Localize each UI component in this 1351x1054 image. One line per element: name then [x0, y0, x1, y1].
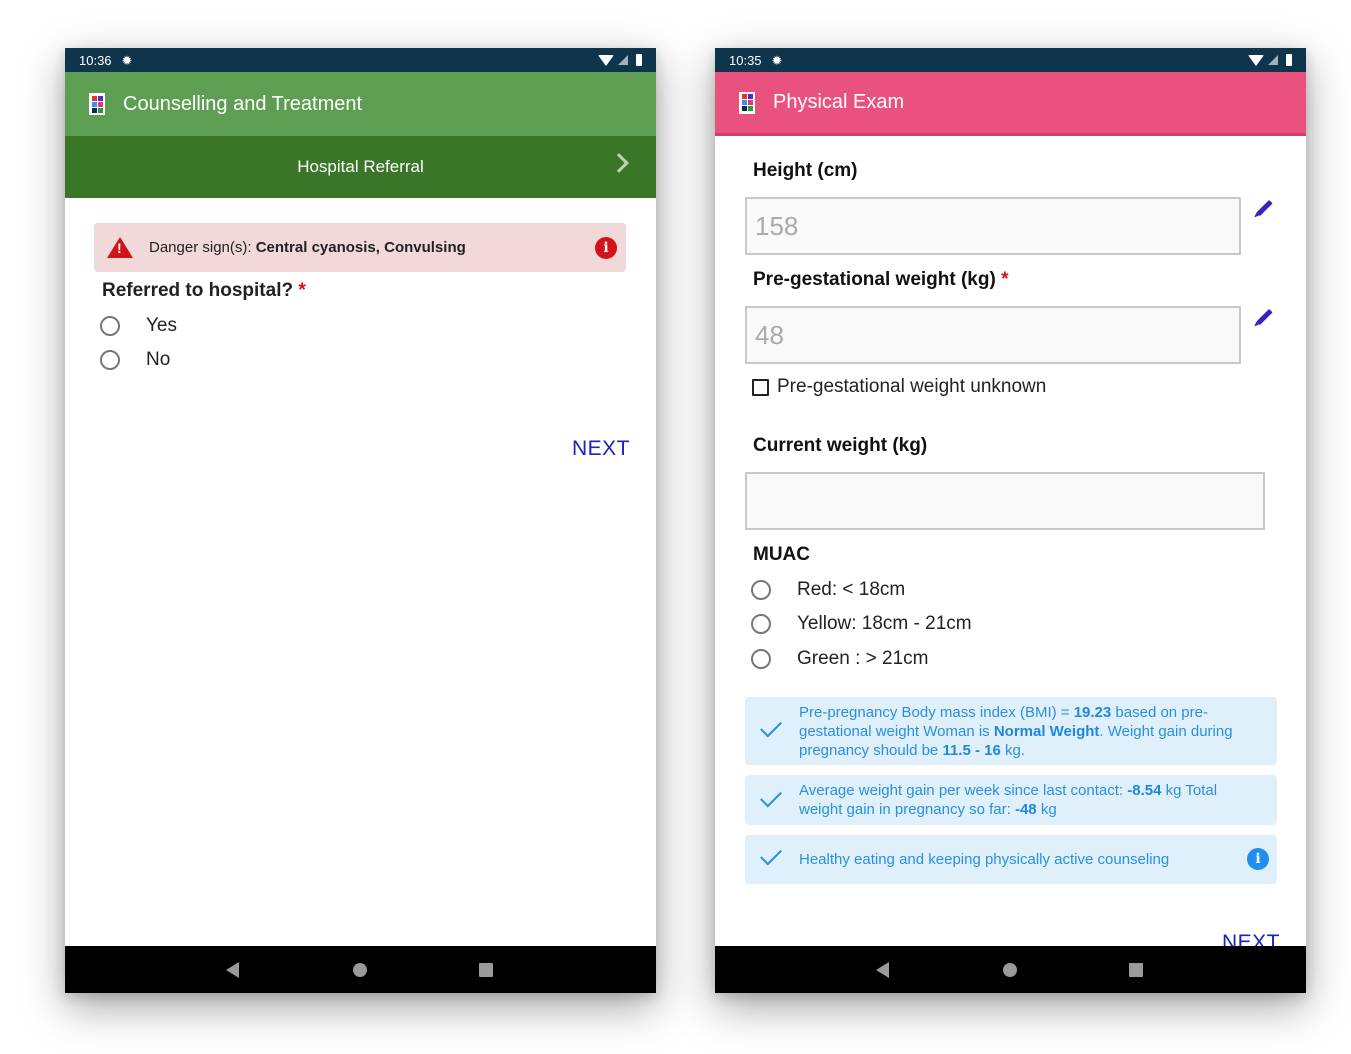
- info-icon[interactable]: i: [595, 237, 617, 259]
- app-title: Counselling and Treatment: [123, 92, 363, 115]
- option-label: Yellow: 18cm - 21cm: [797, 613, 972, 634]
- option-label: No: [146, 349, 171, 370]
- weight-gain-text: Average weight gain per week since last …: [799, 782, 1218, 818]
- radio-button[interactable]: [751, 649, 771, 669]
- recents-icon[interactable]: [479, 963, 493, 977]
- muac-option-red[interactable]: Red: < 18cm: [751, 579, 905, 601]
- back-icon[interactable]: [876, 962, 889, 978]
- status-bar: 10:35 ✹: [715, 48, 1306, 72]
- settings-gear-icon: ✹: [771, 52, 783, 68]
- next-button[interactable]: NEXT: [572, 437, 630, 461]
- total-weight-gain: -48: [1014, 801, 1037, 818]
- bmi-value: 19.23: [1073, 703, 1112, 721]
- pregestational-weight-field[interactable]: 48: [745, 306, 1241, 364]
- danger-prefix: Danger sign(s):: [149, 239, 252, 256]
- wifi-icon: [598, 54, 614, 66]
- check-icon: [760, 843, 782, 866]
- home-icon[interactable]: [1003, 963, 1017, 977]
- app-title: Physical Exam: [773, 91, 905, 113]
- battery-icon: [636, 54, 642, 66]
- info-icon[interactable]: i: [1247, 848, 1269, 870]
- danger-label: Danger sign(s): Central cyanosis, Convul…: [149, 239, 466, 256]
- muac-label: MUAC: [753, 544, 810, 565]
- radio-button[interactable]: [100, 316, 120, 336]
- weight-gain-range: 11.5 - 16: [942, 741, 1001, 759]
- signal-icon: [1268, 55, 1278, 65]
- danger-signs: Central cyanosis, Convulsing: [255, 239, 466, 256]
- right-device-screen: 10:35 ✹ Physical Exam Height (cm) 158 Pr…: [715, 48, 1306, 993]
- warning-triangle-icon: [107, 237, 133, 258]
- weight-category: Normal Weight: [993, 722, 1100, 740]
- radio-button[interactable]: [100, 350, 120, 370]
- battery-icon: [1286, 54, 1292, 66]
- radio-button[interactable]: [751, 580, 771, 600]
- current-weight-field[interactable]: [745, 472, 1265, 530]
- app-logo-icon: [739, 91, 755, 114]
- wifi-icon: [1248, 54, 1264, 66]
- radio-option-no[interactable]: No: [100, 349, 170, 371]
- app-logo-icon: [89, 93, 105, 115]
- navigation-bar: [715, 946, 1306, 993]
- counseling-text: Healthy eating and keeping physically ac…: [799, 851, 1170, 868]
- height-field[interactable]: 158: [745, 197, 1241, 255]
- weight-unknown-checkbox[interactable]: Pre-gestational weight unknown: [752, 376, 1046, 398]
- left-device-screen: 10:36 ✹ Counselling and Treatment Hospit…: [65, 48, 656, 993]
- edit-pencil-icon[interactable]: [1256, 199, 1273, 217]
- edit-pencil-icon[interactable]: [1256, 308, 1273, 326]
- section-header-hospital-referral[interactable]: Hospital Referral: [65, 136, 656, 198]
- pregestational-weight-label: Pre-gestational weight (kg) *: [753, 269, 1009, 291]
- navigation-bar: [65, 946, 656, 993]
- counseling-notice: Healthy eating and keeping physically ac…: [745, 835, 1277, 884]
- signal-icon: [618, 55, 628, 65]
- settings-gear-icon: ✹: [121, 52, 133, 68]
- muac-option-yellow[interactable]: Yellow: 18cm - 21cm: [751, 613, 972, 635]
- status-time: 10:35: [729, 52, 762, 68]
- current-weight-label: Current weight (kg): [753, 435, 928, 456]
- check-icon: [760, 715, 782, 738]
- section-title: Hospital Referral: [297, 157, 424, 176]
- avg-weight-gain: -8.54: [1127, 782, 1162, 799]
- radio-button[interactable]: [751, 614, 771, 634]
- required-marker: *: [1001, 269, 1009, 290]
- muac-option-green[interactable]: Green : > 21cm: [751, 648, 928, 670]
- option-label: Green : > 21cm: [797, 648, 929, 669]
- weight-gain-notice: Average weight gain per week since last …: [745, 775, 1277, 825]
- recents-icon[interactable]: [1129, 963, 1143, 977]
- chevron-right-icon[interactable]: [609, 153, 629, 173]
- radio-option-yes[interactable]: Yes: [100, 315, 177, 337]
- checkbox-label: Pre-gestational weight unknown: [777, 376, 1047, 397]
- height-label: Height (cm): [753, 160, 858, 181]
- status-bar: 10:36 ✹: [65, 48, 656, 72]
- option-label: Red: < 18cm: [797, 579, 906, 600]
- status-time: 10:36: [79, 52, 112, 68]
- app-bar: Physical Exam: [715, 72, 1306, 136]
- check-icon: [760, 785, 782, 808]
- label-text: Pre-gestational weight (kg): [753, 269, 996, 290]
- danger-sign-alert: Danger sign(s): Central cyanosis, Convul…: [94, 223, 626, 272]
- app-bar: Counselling and Treatment: [65, 72, 656, 136]
- question-referred-to-hospital: Referred to hospital? *: [102, 280, 306, 302]
- required-marker: *: [298, 280, 306, 301]
- bmi-notice-text: Pre-pregnancy Body mass index (BMI) = 19…: [799, 703, 1233, 759]
- question-label: Referred to hospital?: [102, 280, 294, 301]
- back-icon[interactable]: [226, 962, 239, 978]
- home-icon[interactable]: [353, 963, 367, 977]
- bmi-notice: Pre-pregnancy Body mass index (BMI) = 19…: [745, 697, 1277, 765]
- option-label: Yes: [146, 315, 177, 336]
- checkbox[interactable]: [752, 378, 769, 396]
